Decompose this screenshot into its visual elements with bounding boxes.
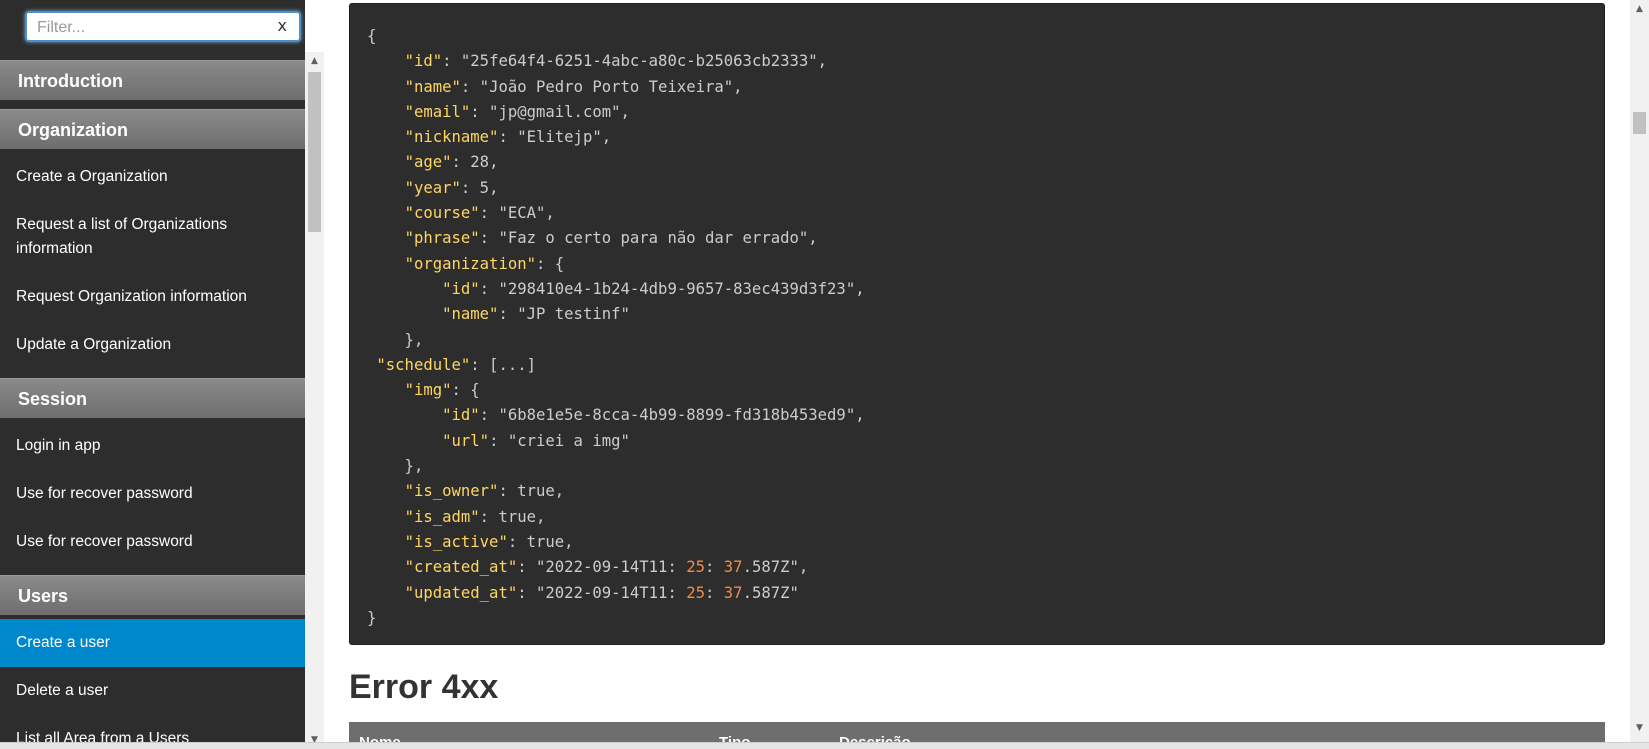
error-section-title: Error 4xx <box>349 668 499 706</box>
nav-item[interactable]: Delete a user <box>0 667 305 715</box>
code-line: "id": "298410e4-1b24-4db9-9657-83ec439d3… <box>442 279 865 298</box>
code-line: } <box>367 608 377 627</box>
code-line: "updated_at": "2022-09-14T11: 25: 37.587… <box>404 583 799 602</box>
nav-item[interactable]: Use for recover password <box>0 470 305 518</box>
nav-item[interactable]: Update a Organization <box>0 321 305 369</box>
nav-item[interactable]: Create a user <box>0 619 305 667</box>
nav-section-introduction[interactable]: Introduction <box>0 60 305 100</box>
code-line: "is_adm": true, <box>404 507 546 526</box>
code-line: "is_active": true, <box>404 532 574 551</box>
code-line: "year": 5, <box>404 178 499 197</box>
main-scroll-up-arrow-icon[interactable]: ▲ <box>1630 0 1649 18</box>
sidebar: x Introduction OrganizationCreate a Organ… <box>0 0 305 749</box>
nav-section-organization[interactable]: Organization <box>0 109 305 149</box>
code-line: "id": "6b8e1e5e-8cca-4b99-8899-fd318b453… <box>442 406 865 425</box>
code-line: "is_owner": true, <box>404 482 565 501</box>
filter-bar: x <box>0 0 305 52</box>
code-line: "nickname": "Elitejp", <box>404 128 612 147</box>
code-line: "course": "ECA", <box>404 204 555 223</box>
main-scrollbar[interactable]: ▲ ▼ <box>1630 0 1649 749</box>
code-line: "email": "jp@gmail.com", <box>404 102 630 121</box>
code-line: "schedule": [...] <box>376 355 537 374</box>
main-scrollbar-thumb[interactable] <box>1633 112 1646 134</box>
clear-filter-button[interactable]: x <box>278 16 287 35</box>
nav-item[interactable]: Request a list of Organizations informat… <box>0 201 305 273</box>
code-line: "name": "João Pedro Porto Teixeira", <box>404 77 743 96</box>
nav-section-users[interactable]: Users <box>0 575 305 615</box>
nav-group: Create a user Delete a user List all Area … <box>0 615 305 749</box>
main-content: { "id": "25fe64f4-6251-4abc-a80c-b25063c… <box>324 0 1630 749</box>
nav-group: Create a Organization Request a list of O… <box>0 149 305 369</box>
filter-input[interactable] <box>37 18 267 38</box>
sidebar-nav: Introduction Organization Create a Organiz… <box>0 52 305 749</box>
nav-list: Introduction Organization Create a Organiz… <box>0 52 305 749</box>
main-scroll-down-arrow-icon[interactable]: ▼ <box>1630 719 1649 737</box>
nav-group: Login in app Use for recover password Use … <box>0 418 305 566</box>
sidebar-scrollbar[interactable]: ▲ ▼ <box>305 52 324 749</box>
nav-item[interactable]: Use for recover password <box>0 518 305 566</box>
code-line: "url": "criei a img" <box>442 431 630 450</box>
sidebar-scrollbar-thumb[interactable] <box>308 72 321 232</box>
filter-box: x <box>25 11 301 42</box>
code-line: "img": { <box>404 381 480 400</box>
code-line: "phrase": "Faz o certo para não dar erra… <box>404 229 818 248</box>
nav-section-session[interactable]: Session <box>0 378 305 418</box>
code-line: }, <box>367 457 424 476</box>
scroll-up-arrow-icon[interactable]: ▲ <box>305 52 324 70</box>
json-code-block: { "id": "25fe64f4-6251-4abc-a80c-b25063c… <box>349 3 1605 645</box>
code-line: "organization": { <box>404 254 565 273</box>
code-line: "name": "JP testinf" <box>442 305 630 324</box>
code-line: "id": "25fe64f4-6251-4abc-a80c-b25063cb2… <box>404 52 828 71</box>
code-line: }, <box>367 330 424 349</box>
nav-item[interactable]: Create a Organization <box>0 153 305 201</box>
code-line: "age": 28, <box>404 153 499 172</box>
horizontal-scrollbar[interactable] <box>0 742 1649 749</box>
nav-item[interactable]: Request Organization information <box>0 273 305 321</box>
code-line: { <box>367 27 377 45</box>
json-code: { "id": "25fe64f4-6251-4abc-a80c-b25063c… <box>367 24 865 631</box>
code-line: "created_at": "2022-09-14T11: 25: 37.587… <box>404 558 809 577</box>
nav-item[interactable]: Login in app <box>0 422 305 470</box>
